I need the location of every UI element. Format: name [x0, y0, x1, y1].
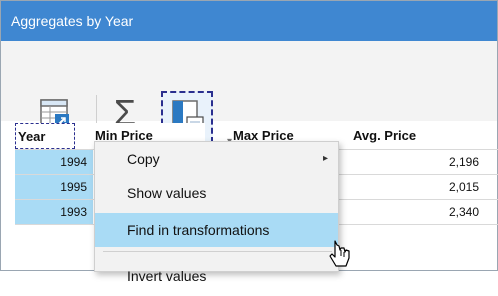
table-row-avg[interactable]: 2,196 — [353, 150, 485, 174]
toolbar: Σ ▾ — [1, 41, 497, 147]
context-menu: Copy ▸ Show values Find in transformatio… — [94, 141, 339, 284]
menu-item-label: Invert values — [127, 268, 207, 284]
table-row-year[interactable]: 1995 — [15, 175, 93, 199]
table-row-avg[interactable]: 2,015 — [353, 175, 485, 199]
column-header-year[interactable]: Year — [15, 123, 75, 149]
column-header-avg-price[interactable]: Avg. Price — [353, 123, 483, 149]
menu-item-invert-values[interactable]: Invert values — [95, 256, 338, 290]
menu-item-find-in-transformations[interactable]: Find in transformations — [95, 213, 338, 247]
aggregates-window: Aggregates by Year Σ Year Min Price Max … — [0, 0, 498, 284]
menu-item-show-values[interactable]: Show values — [95, 176, 338, 210]
menu-item-label: Find in transformations — [127, 222, 270, 238]
table-row-avg[interactable]: 2,340 — [353, 200, 485, 224]
menu-item-copy[interactable]: Copy ▸ — [95, 142, 338, 176]
submenu-arrow-icon: ▸ — [322, 153, 328, 164]
menu-separator — [103, 251, 332, 252]
table-row-year[interactable]: 1993 — [15, 200, 93, 224]
mouse-pointer-icon — [328, 239, 352, 269]
menu-item-label: Show values — [127, 185, 207, 201]
table-row-year[interactable]: 1994 — [15, 150, 93, 174]
window-title: Aggregates by Year — [1, 1, 497, 41]
menu-item-label: Copy — [127, 151, 160, 167]
